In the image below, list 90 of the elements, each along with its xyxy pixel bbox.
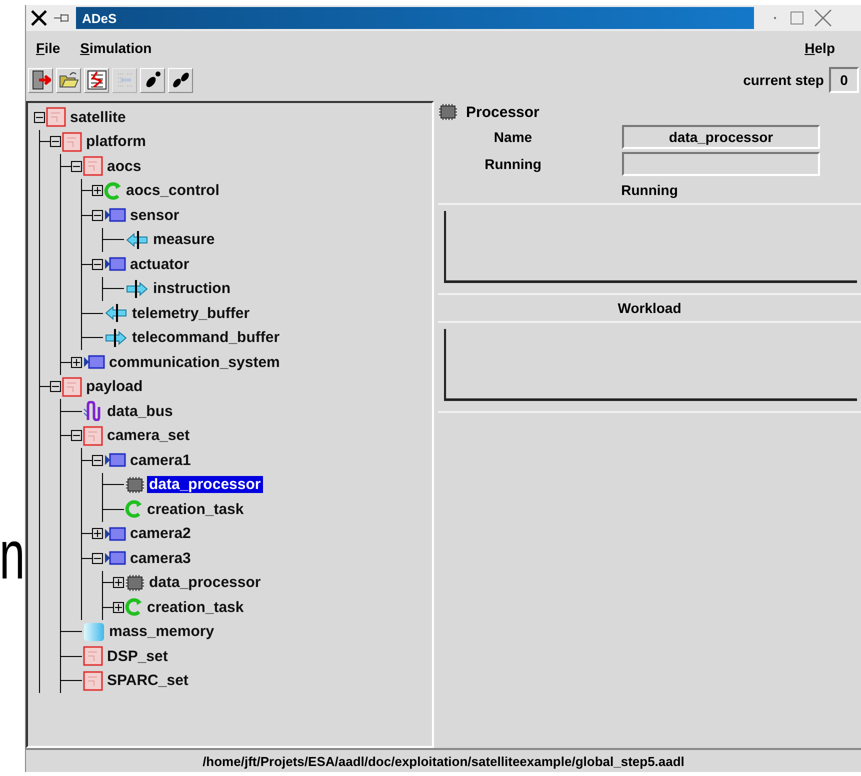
right-arrow-icon: [104, 328, 128, 348]
tree-item[interactable]: measure: [151, 231, 217, 248]
collapse-toggle[interactable]: [92, 454, 103, 466]
system-icon: [46, 107, 66, 128]
tree-item[interactable]: mass_memory: [107, 623, 216, 640]
tree-item[interactable]: satellite: [68, 108, 128, 126]
system-icon: [83, 670, 103, 691]
tree-item[interactable]: creation_task: [145, 500, 246, 518]
tree-item[interactable]: data_processor: [147, 574, 263, 592]
footprints-icon: [170, 70, 190, 90]
toolbar-button[interactable]: [140, 68, 165, 92]
collapse-toggle[interactable]: [50, 136, 61, 148]
menu-item[interactable]: Simulation: [78, 38, 154, 58]
current-step-field[interactable]: 0: [829, 67, 859, 93]
status-bar: /home/jft/Projets/ESA/aadl/doc/exploitation/satelliteexample/global_step5.aadl: [26, 748, 861, 772]
expand-toggle[interactable]: [71, 356, 82, 368]
plot-title: Workload: [438, 295, 861, 323]
expand-toggle[interactable]: [92, 185, 103, 196]
tree-item[interactable]: communication_system: [107, 354, 282, 371]
pin-icon: [54, 13, 70, 23]
device-icon: [104, 452, 126, 468]
tree-item[interactable]: payload: [84, 378, 145, 396]
expand-toggle[interactable]: [92, 528, 103, 540]
chip-icon: [125, 574, 145, 592]
tree-item[interactable]: actuator: [128, 256, 192, 273]
close-icon[interactable]: [814, 9, 832, 27]
menu-item[interactable]: File: [34, 38, 62, 58]
x-logo-icon: [30, 9, 48, 27]
tree-item[interactable]: instruction: [151, 280, 232, 298]
device-icon: [104, 207, 126, 224]
current-step-label: current step: [743, 72, 824, 88]
cycle-arrow-icon: [125, 499, 143, 520]
value-field: data_processor: [622, 124, 820, 148]
field-label: Name: [492, 128, 534, 144]
tree-item[interactable]: creation_task: [145, 598, 246, 616]
menu-item[interactable]: Help: [802, 38, 837, 58]
tree-item[interactable]: platform: [84, 133, 148, 150]
collapse-toggle[interactable]: [34, 112, 45, 123]
tree-item[interactable]: camera_set: [105, 427, 192, 444]
system-icon: [62, 132, 82, 152]
device-icon: [104, 550, 126, 566]
device-icon: [83, 354, 105, 370]
folder-icon: [58, 70, 78, 90]
tree-item[interactable]: aocs: [105, 158, 144, 175]
tree-item[interactable]: telemetry_buffer: [130, 304, 252, 322]
collapse-toggle[interactable]: [71, 160, 82, 172]
tree-item[interactable]: camera2: [128, 525, 193, 542]
tree-item[interactable]: camera3: [128, 550, 193, 567]
right-arrow-icon: [125, 278, 149, 299]
system-icon: [83, 426, 103, 446]
memory-icon: [83, 622, 105, 642]
expand-toggle[interactable]: [113, 602, 124, 613]
cycle-arrow-icon: [125, 597, 143, 618]
collapse-toggle[interactable]: [92, 258, 103, 270]
details-title: Processor: [466, 104, 540, 120]
system-icon: [62, 376, 82, 397]
toolbar-button[interactable]: [56, 68, 81, 92]
device-icon: [104, 256, 126, 272]
left-arrow-icon: [125, 230, 149, 250]
tree-item[interactable]: sensor: [128, 206, 182, 224]
tree-item[interactable]: data_processor: [147, 476, 263, 494]
chip-icon: [438, 103, 458, 121]
bus-icon: [83, 401, 103, 422]
toolbar-button[interactable]: [28, 68, 53, 92]
list-icon: [86, 70, 106, 90]
cycle-arrow-icon: [104, 180, 122, 201]
toolbar-button[interactable]: [84, 68, 109, 92]
tree-item[interactable]: DSP_set: [105, 648, 170, 665]
window-title: ADeS: [76, 7, 754, 29]
collapse-toggle[interactable]: [50, 381, 61, 392]
maximize-icon[interactable]: [790, 11, 804, 25]
background-letter: n: [0, 520, 25, 596]
expand-toggle[interactable]: [113, 577, 124, 588]
tree-item[interactable]: camera1: [128, 452, 193, 469]
door-exit-icon: [30, 70, 50, 90]
plot-title: Running: [438, 177, 861, 205]
system-icon: [83, 646, 103, 666]
field-label: Running: [484, 156, 542, 172]
system-icon: [83, 156, 103, 176]
tree-item[interactable]: SPARC_set: [105, 672, 190, 690]
toolbar-button[interactable]: [168, 68, 193, 92]
collapse-toggle[interactable]: [92, 210, 103, 221]
left-arrow-icon: [104, 303, 128, 324]
chip-icon: [125, 476, 145, 494]
tree-item[interactable]: data_bus: [105, 402, 175, 420]
tree-item[interactable]: aocs_control: [124, 182, 222, 200]
collapse-toggle[interactable]: [71, 430, 82, 442]
device-icon: [104, 526, 126, 542]
collapse-toggle[interactable]: [92, 552, 103, 564]
tree-item[interactable]: telecommand_buffer: [130, 329, 282, 346]
